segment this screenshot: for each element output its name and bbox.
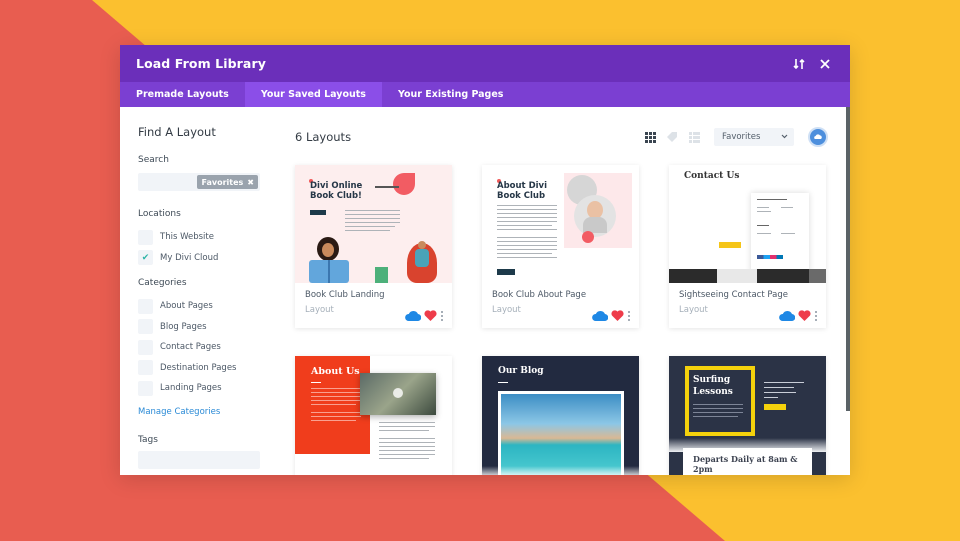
location-this-website[interactable]: This Website [138, 227, 263, 248]
card-footer: Sightseeing Contact Page Layout [669, 283, 826, 328]
category-contact-pages[interactable]: Contact Pages [138, 337, 263, 358]
layout-thumbnail: Contact Us [669, 165, 826, 283]
cloud-icon [592, 306, 609, 325]
filter-sidebar: Find A Layout Search Favorites ✖ Locatio… [138, 125, 263, 475]
layout-thumbnail: Our Blog [482, 356, 639, 475]
favorites-filter-chip: Favorites ✖ [197, 175, 258, 189]
checkbox[interactable] [138, 298, 153, 314]
remove-chip-icon[interactable]: ✖ [247, 178, 254, 187]
manage-categories-link[interactable]: Manage Categories [138, 407, 263, 417]
search-label: Search [138, 155, 169, 165]
location-my-divi-cloud[interactable]: ✔ My Divi Cloud [138, 248, 263, 269]
layouts-count: 6 Layouts [295, 130, 352, 144]
checkmark-icon: ✔ [141, 252, 150, 263]
chip-label: Favorites [201, 177, 244, 187]
thumbnail-title: Divi Online Book Club! [310, 181, 363, 201]
categories-group: About Pages Blog Pages Contact Pages Des… [138, 296, 263, 399]
checkbox-label: About Pages [160, 301, 213, 312]
thumbnail-title: About Us [311, 366, 360, 377]
card-footer: Book Club Landing Layout [295, 283, 452, 328]
locations-label: Locations [138, 209, 181, 219]
favorite-heart-icon[interactable] [424, 306, 437, 325]
cloud-user-icon [814, 134, 822, 139]
locations-group: This Website ✔ My Divi Cloud [138, 227, 263, 268]
checkbox[interactable] [138, 380, 153, 396]
layout-card[interactable]: About Divi Book Club Book Club About Pag… [482, 165, 639, 328]
scrollbar[interactable] [846, 107, 850, 411]
checkbox-label: My Divi Cloud [160, 252, 219, 263]
tab-your-saved-layouts[interactable]: Your Saved Layouts [244, 82, 382, 107]
tab-bar: Premade Layouts Your Saved Layouts Your … [120, 82, 850, 107]
checkbox[interactable] [138, 360, 153, 376]
layout-thumbnail: About Divi Book Club [482, 165, 639, 283]
more-options-icon[interactable] [440, 310, 444, 321]
tag-icon[interactable] [664, 129, 680, 145]
more-options-icon[interactable] [627, 310, 631, 321]
layout-name: Book Club Landing [305, 290, 385, 300]
tab-premade-layouts[interactable]: Premade Layouts [120, 82, 245, 107]
favorite-heart-icon[interactable] [611, 306, 624, 325]
layout-card[interactable]: About Us [295, 356, 452, 475]
more-options-icon[interactable] [814, 310, 818, 321]
layout-card[interactable]: Contact Us Sightseeing Contact Page Layo… [669, 165, 826, 328]
tags-input[interactable] [138, 450, 260, 469]
category-blog-pages[interactable]: Blog Pages [138, 317, 263, 338]
tags-label: Tags [138, 434, 158, 445]
search-input[interactable]: Favorites ✖ [138, 173, 260, 191]
chevron-down-icon [781, 132, 788, 142]
checkbox-label: Blog Pages [160, 321, 207, 332]
thumbnail-title: About Divi Book Club [497, 181, 547, 201]
favorite-heart-icon[interactable] [798, 306, 811, 325]
card-footer: Book Club About Page Layout [482, 283, 639, 328]
checkbox-label: Landing Pages [160, 383, 222, 394]
cloud-icon [405, 306, 422, 325]
thumbnail-subtitle: Departs Daily at 8am & 2pm [693, 454, 798, 474]
layout-thumbnail: Divi Online Book Club! [295, 165, 452, 283]
layout-thumbnail: Surfing Lessons Departs Daily at 8am & 2… [669, 356, 826, 475]
category-landing-pages[interactable]: Landing Pages [138, 378, 263, 399]
view-toolbar: Favorites [636, 127, 828, 147]
close-icon[interactable] [816, 55, 834, 73]
category-destination-pages[interactable]: Destination Pages [138, 358, 263, 379]
thumbnail-title: Surfing Lessons [693, 375, 733, 397]
categories-label: Categories [138, 278, 187, 288]
cloud-account-avatar[interactable] [808, 127, 828, 147]
load-from-library-modal: Load From Library Premade Layouts Your S… [120, 45, 850, 475]
layout-name: Book Club About Page [492, 290, 587, 300]
modal-title: Load From Library [136, 56, 266, 71]
sidebar-title: Find A Layout [138, 125, 216, 139]
layout-card[interactable]: Surfing Lessons Departs Daily at 8am & 2… [669, 356, 826, 475]
modal-header: Load From Library [120, 45, 850, 82]
layout-card[interactable]: Divi Online Book Club! Book Club Landing… [295, 165, 452, 328]
cloud-icon [779, 306, 796, 325]
checkbox-label: Contact Pages [160, 342, 221, 353]
filter-select[interactable]: Favorites [714, 128, 794, 146]
checkbox[interactable] [138, 319, 153, 335]
list-view-icon[interactable] [686, 129, 702, 145]
layout-card[interactable]: Our Blog [482, 356, 639, 475]
layout-name: Sightseeing Contact Page [679, 290, 788, 300]
sort-icon[interactable] [790, 55, 808, 73]
checkbox[interactable] [138, 339, 153, 355]
checkbox-label: Destination Pages [160, 362, 237, 373]
checkbox-checked[interactable]: ✔ [138, 250, 153, 266]
grid-view-icon[interactable] [642, 129, 658, 145]
thumbnail-title: Contact Us [684, 171, 740, 181]
checkbox[interactable] [138, 229, 153, 245]
checkbox-label: This Website [160, 232, 214, 243]
thumbnail-title: Our Blog [498, 366, 544, 376]
filter-select-value: Favorites [722, 132, 761, 142]
tab-your-existing-pages[interactable]: Your Existing Pages [382, 82, 520, 107]
layout-thumbnail: About Us [295, 356, 452, 475]
category-about-pages[interactable]: About Pages [138, 296, 263, 317]
